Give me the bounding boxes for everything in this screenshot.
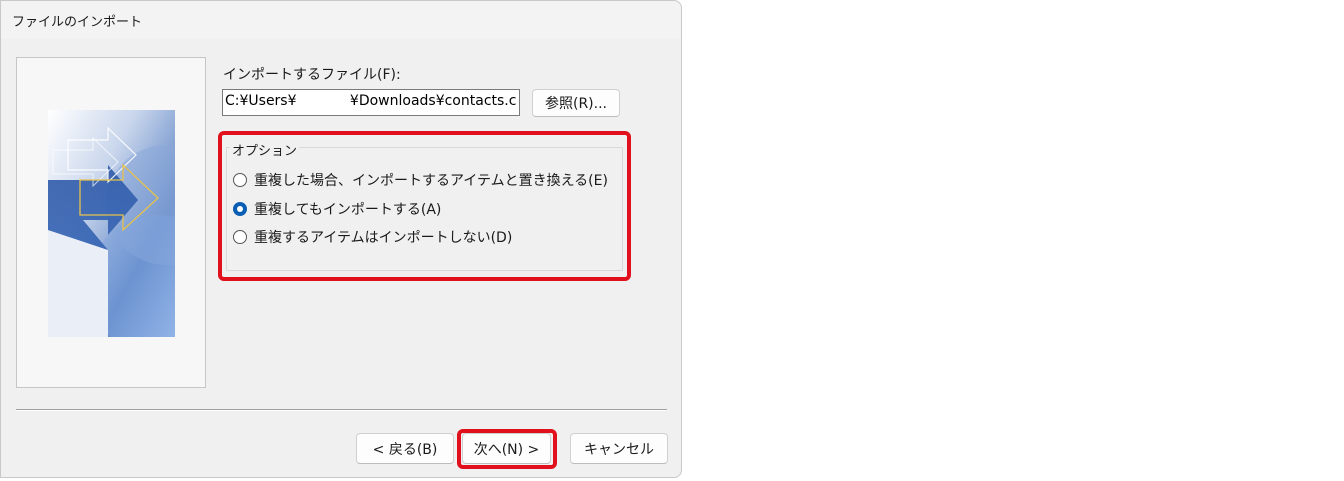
next-button-highlight-box [457, 429, 557, 469]
back-button[interactable]: < 戻る(B) [356, 433, 454, 464]
options-highlight-box [218, 131, 631, 281]
browse-button[interactable]: 参照(R)... [532, 89, 620, 117]
wizard-side-panel [16, 57, 206, 388]
import-file-label: インポートするファイル(F): [223, 67, 401, 83]
import-file-dialog: ファイルのインポート インポートするファイル(F): C:¥Users¥ ¥Do… [0, 0, 682, 478]
footer-separator [16, 409, 667, 411]
wizard-illustration [48, 110, 175, 337]
window-title: ファイルのインポート [12, 15, 143, 30]
title-bar[interactable]: ファイルのインポート [1, 1, 681, 39]
cancel-button[interactable]: キャンセル [570, 433, 668, 464]
import-file-path-input[interactable]: C:¥Users¥ ¥Downloads¥contacts.c [222, 89, 520, 116]
